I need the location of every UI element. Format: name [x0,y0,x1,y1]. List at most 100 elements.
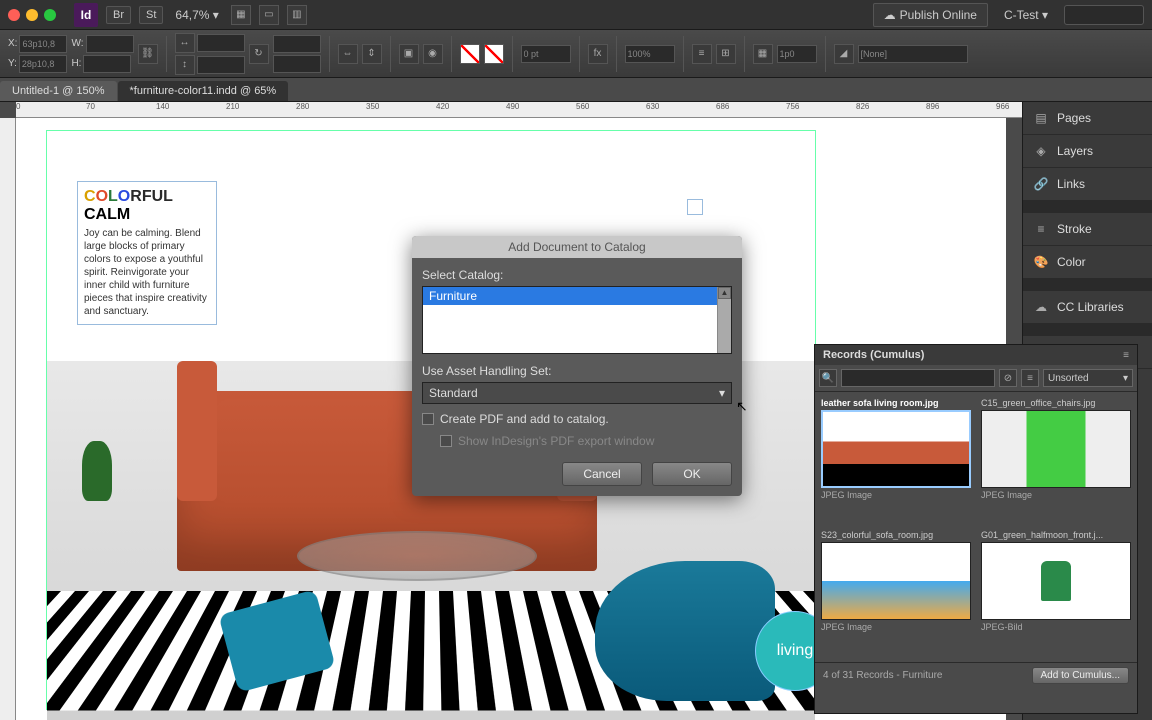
document-tabs: Untitled-1 @ 150% *furniture-color11.ind… [0,78,1152,102]
record-item[interactable]: leather sofa living room.jpgJPEG Image [821,398,971,524]
body-text: Joy can be calming. Blend large blocks o… [84,227,210,318]
headline-char: F [142,188,152,205]
bridge-button[interactable]: Br [106,6,131,24]
add-to-cumulus-button[interactable]: Add to Cumulus... [1032,667,1129,684]
cancel-button[interactable]: Cancel [562,462,642,486]
arrange-icon[interactable]: ▥ [287,5,307,25]
rotate-icon[interactable]: ↻ [249,44,269,64]
search-icon[interactable]: 🔍 [819,369,837,387]
stroke-weight-input[interactable] [521,45,571,63]
effects-icon[interactable]: fx [588,44,608,64]
catalog-list[interactable]: Furniture ▲ [422,286,732,354]
text-wrap-icon[interactable]: ≡ [692,44,712,64]
pages-icon: ▤ [1033,110,1049,126]
y-position-input[interactable] [19,55,67,73]
filter-icon[interactable]: ≡ [1021,369,1039,387]
ok-button[interactable]: OK [652,462,732,486]
maximize-window-button[interactable] [44,9,56,21]
chair-graphic [595,561,775,701]
record-item[interactable]: S23_colorful_sofa_room.jpgJPEG Image [821,530,971,656]
select-content-icon[interactable]: ◉ [423,44,443,64]
empty-frame[interactable] [687,199,703,215]
list-scrollbar[interactable]: ▲ [717,287,731,353]
record-thumbnail[interactable] [981,542,1131,620]
frame-fitting-icon[interactable]: ▦ [753,44,773,64]
ruler-tick: 896 [926,102,939,111]
constrain-icon[interactable]: ⛓ [138,44,158,64]
fill-swatch[interactable] [460,44,480,64]
flip-h-icon[interactable]: ⇔ [338,44,358,64]
scale-x-input[interactable] [197,34,245,52]
panel-menu-icon[interactable]: ≡ [1123,350,1129,361]
links-panel-tab[interactable]: 🔗Links [1023,168,1152,201]
stroke-swatch[interactable] [484,44,504,64]
color-panel-tab[interactable]: 🎨Color [1023,246,1152,279]
search-input[interactable] [1064,5,1144,25]
rotation-input[interactable] [273,35,321,53]
ruler-tick: 280 [296,102,309,111]
show-export-label: Show InDesign's PDF export window [458,434,654,448]
cc-libraries-panel-tab[interactable]: ☁CC Libraries [1023,291,1152,324]
records-panel-title: Records (Cumulus) [823,349,924,361]
dialog-title: Add Document to Catalog [412,236,742,258]
app-logo: Id [74,3,98,27]
publish-online-button[interactable]: ☁ Publish Online [873,3,988,27]
record-item[interactable]: G01_green_halfmoon_front.j...JPEG-Bild [981,530,1131,656]
document-tab-2[interactable]: *furniture-color11.indd @ 65% [118,81,289,101]
traffic-lights [8,9,56,21]
height-input[interactable] [83,55,131,73]
add-to-catalog-dialog: Add Document to Catalog Select Catalog: … [412,236,742,496]
record-thumbnail[interactable] [981,410,1131,488]
record-thumbnail[interactable] [821,542,971,620]
minimize-window-button[interactable] [26,9,38,21]
workspace-select[interactable]: C-Test ▾ [996,8,1056,22]
create-pdf-checkbox[interactable] [422,413,434,425]
width-input[interactable] [86,35,134,53]
select-catalog-label: Select Catalog: [422,268,732,282]
document-tab-1[interactable]: Untitled-1 @ 150% [0,81,117,101]
record-type: JPEG Image [981,490,1131,500]
headline-line2: CALM [84,206,210,224]
ruler-tick: 490 [506,102,519,111]
pages-panel-tab[interactable]: ▤Pages [1023,102,1152,135]
scroll-up -up-button[interactable]: ▲ [718,287,731,299]
close-window-button[interactable] [8,9,20,21]
clear-search-icon[interactable]: ⊘ [999,369,1017,387]
sort-select[interactable]: Unsorted▾ [1043,369,1133,387]
ruler-tick: 140 [156,102,169,111]
asset-set-select[interactable]: Standard▾ [422,382,732,404]
headline-char: L [163,188,173,205]
view-options-icon[interactable]: ▦ [231,5,251,25]
layers-panel-tab[interactable]: ◈Layers [1023,135,1152,168]
ruler-tick: 826 [856,102,869,111]
headline-char: L [108,188,118,205]
headline-text-frame[interactable]: COLORFUL CALM Joy can be calming. Blend … [77,181,217,325]
links-icon: 🔗 [1033,176,1049,192]
ruler-tick: 70 [86,102,95,111]
cloud-icon: ☁ [1033,299,1049,315]
opacity-input[interactable] [625,45,675,63]
corner-icon[interactable]: ◢ [834,44,854,64]
select-container-icon[interactable]: ▣ [399,44,419,64]
stock-button[interactable]: St [139,6,163,24]
align-icon[interactable]: ⊞ [716,44,736,64]
screen-mode-icon[interactable]: ▭ [259,5,279,25]
chevron-down-icon: ▾ [1123,373,1128,384]
x-position-input[interactable] [19,35,67,53]
record-thumbnail[interactable] [821,410,971,488]
style-select[interactable] [858,45,968,63]
zoom-level-select[interactable]: 64,7% ▾ [171,8,222,22]
ruler-tick: 756 [786,102,799,111]
record-item[interactable]: C15_green_office_chairs.jpgJPEG Image [981,398,1131,524]
records-search-input[interactable] [841,369,995,387]
scale-y-input[interactable] [197,56,245,74]
inset-input[interactable] [777,45,817,63]
catalog-list-item[interactable]: Furniture [423,287,731,305]
headline-text: COLORFUL [84,188,210,206]
shear-input[interactable] [273,55,321,73]
flip-v-icon[interactable]: ⇕ [362,44,382,64]
record-type: JPEG-Bild [981,622,1131,632]
color-icon: 🎨 [1033,254,1049,270]
headline-char: O [118,188,130,205]
stroke-panel-tab[interactable]: ≡Stroke [1023,213,1152,246]
